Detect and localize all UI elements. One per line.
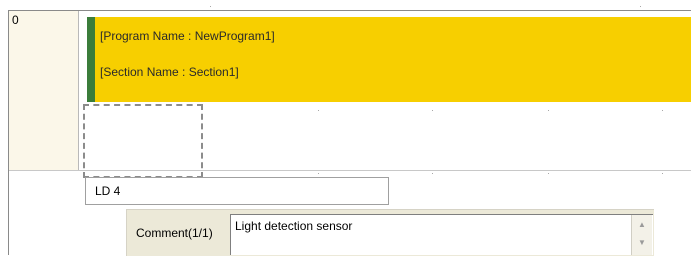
- grid-dot: [210, 6, 211, 7]
- line-number-gutter: [9, 11, 79, 170]
- grid-dot: [548, 110, 549, 111]
- program-name-label: [Program Name : NewProgram1]: [100, 29, 275, 43]
- section-name-label: [Section Name : Section1]: [100, 65, 239, 79]
- grid-dot: [662, 110, 663, 111]
- scroll-up-icon[interactable]: ▲: [636, 219, 648, 231]
- grid-dot: [432, 110, 433, 111]
- grid-dot: [548, 173, 549, 174]
- rung-line-number: 0: [12, 13, 19, 27]
- grid-dot: [662, 173, 663, 174]
- comment-scrollbar[interactable]: ▲ ▼: [631, 215, 652, 255]
- grid-dot: [432, 173, 433, 174]
- scroll-down-icon[interactable]: ▼: [636, 237, 648, 249]
- ladder-editor[interactable]: 0 [Program Name : NewProgram1] [Section …: [0, 0, 691, 256]
- grid-dot: [318, 110, 319, 111]
- grid-dot: [640, 6, 641, 7]
- instruction-input[interactable]: LD 4: [85, 177, 389, 205]
- comment-label: Comment(1/1): [136, 226, 213, 240]
- ladder-cursor[interactable]: [83, 104, 203, 178]
- section-marker-bar: [87, 17, 95, 102]
- editor-top-border: [8, 10, 691, 11]
- grid-dot: [318, 173, 319, 174]
- comment-text[interactable]: Light detection sensor: [235, 219, 352, 233]
